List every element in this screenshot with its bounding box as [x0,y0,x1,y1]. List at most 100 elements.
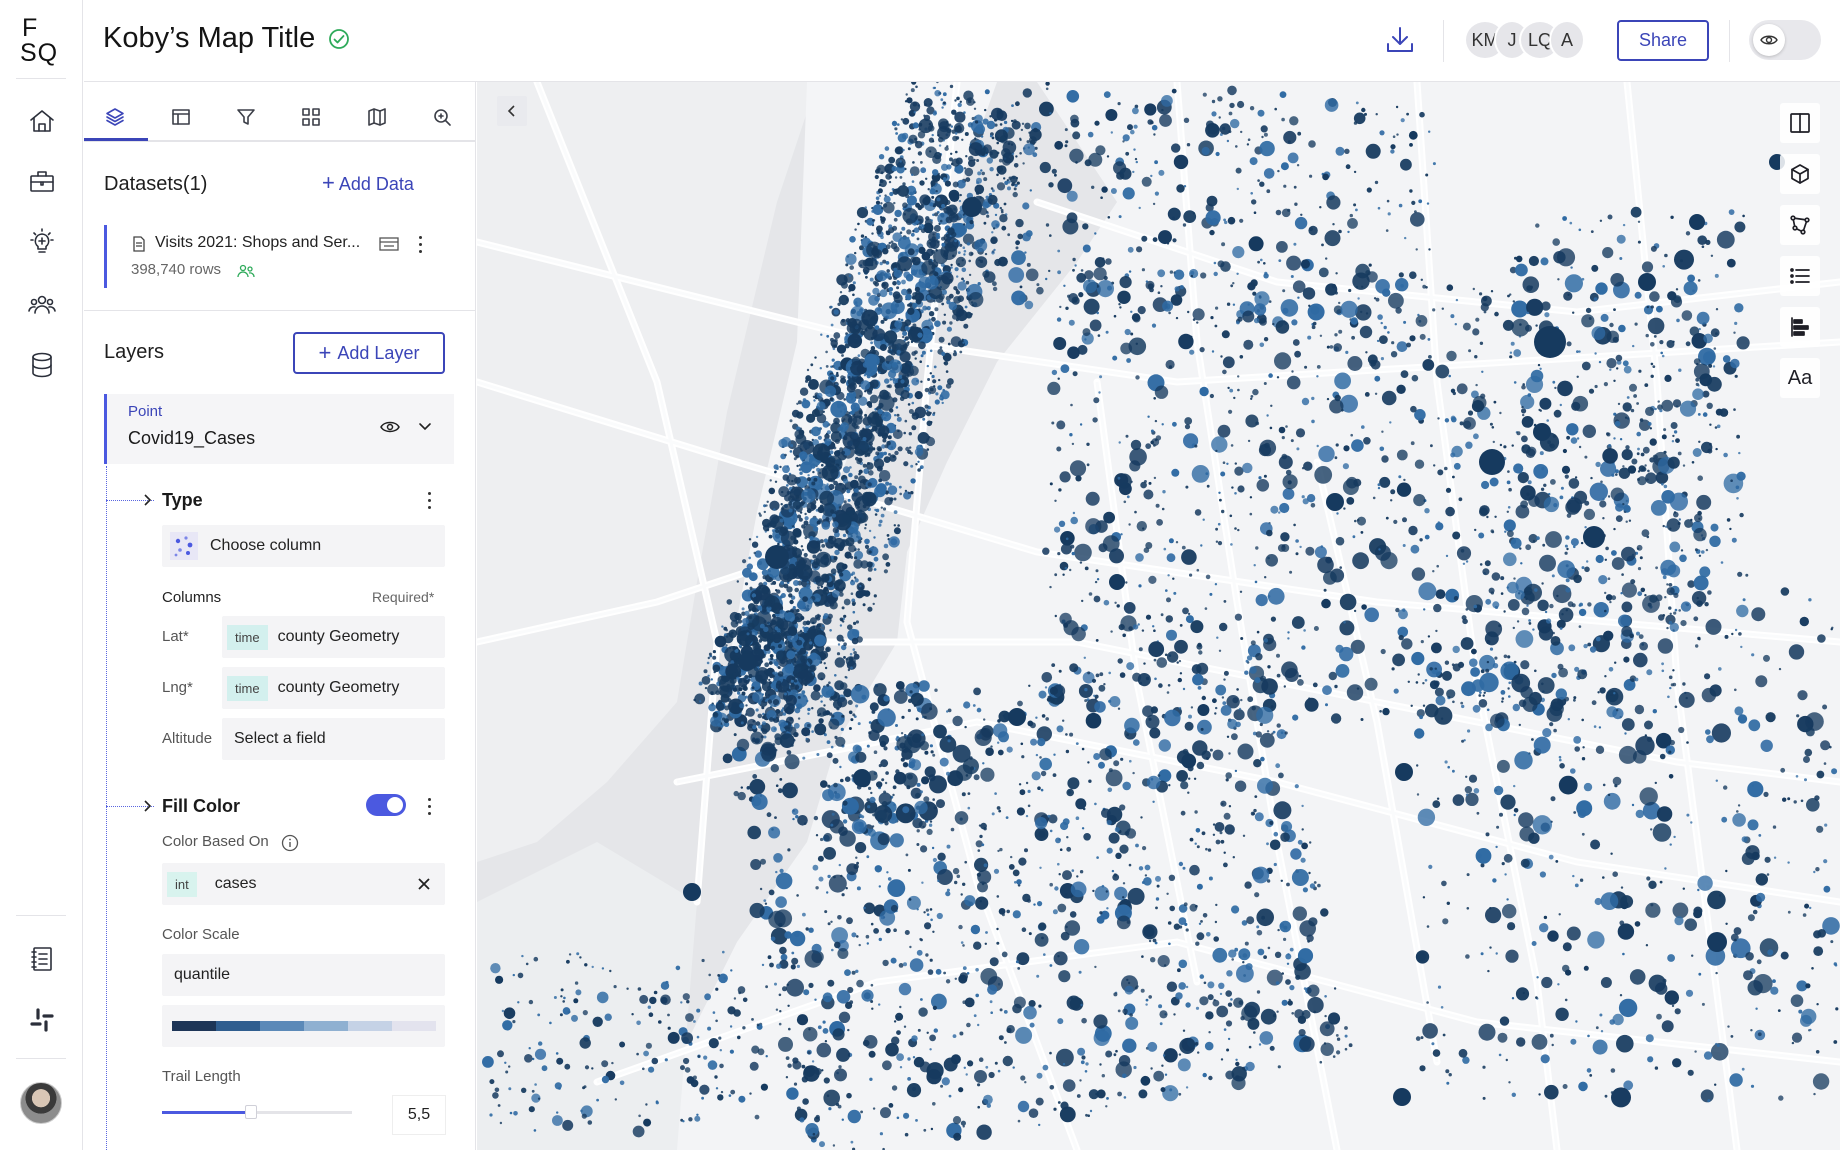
case-point [1094,802,1097,806]
map-title[interactable]: Koby’s Map Title [103,22,315,55]
case-point [1266,414,1269,417]
case-point [1414,459,1425,469]
trail-length-value[interactable]: 5,5 [392,1095,446,1135]
tab-layers[interactable] [100,102,130,132]
chevron-right-icon[interactable] [142,799,154,813]
tab-table[interactable] [166,102,196,132]
case-point [1285,469,1292,476]
fill-color-more-icon[interactable] [423,796,437,818]
trail-length-handle[interactable] [245,1105,258,1119]
docs-icon[interactable] [20,937,64,981]
case-point [1263,273,1269,279]
case-point [997,170,1001,174]
tab-basemap[interactable] [362,102,392,132]
case-point [945,370,949,373]
type-title[interactable]: Type [162,490,203,511]
lat-field[interactable]: time county Geometry [222,616,445,658]
type-more-icon[interactable] [423,490,437,512]
case-point [1206,195,1218,207]
case-point [1072,371,1078,377]
chevron-down-icon[interactable] [417,420,433,434]
case-point [1669,541,1681,553]
case-point [1418,199,1423,204]
chevron-right-icon[interactable] [142,493,154,507]
case-point [1400,158,1412,171]
case-point [1220,471,1226,477]
add-layer-button[interactable]: + Add Layer [293,332,445,374]
tab-search[interactable] [427,102,457,132]
case-point [1624,416,1628,419]
trail-length-slider[interactable] [162,1105,352,1119]
case-point [896,349,901,355]
color-scale-select[interactable]: quantile [162,954,445,996]
case-point [830,568,837,575]
case-point [1141,629,1145,632]
lightbulb-icon[interactable] [20,220,64,264]
case-point [1323,571,1337,585]
case-point [1610,487,1625,502]
case-point [866,292,871,297]
lng-field[interactable]: time county Geometry [222,667,445,709]
case-point [852,648,856,651]
case-point [1511,300,1529,318]
case-point [1662,524,1665,528]
dataset-table-icon[interactable] [379,236,399,252]
case-point [807,712,810,715]
dataset-more-icon[interactable] [414,234,428,256]
case-point [828,681,831,684]
case-point [787,1004,790,1007]
case-point [1112,355,1118,361]
case-point [1627,465,1637,474]
database-icon[interactable] [20,343,64,387]
case-point [1527,393,1532,397]
case-point [1503,519,1516,532]
case-point [1330,713,1342,724]
dataset-card[interactable]: Visits 2021: Shops and Ser... 398,740 ro… [104,225,454,288]
share-button[interactable]: Share [1617,20,1709,61]
user-avatar[interactable] [20,1082,62,1124]
case-point [1085,518,1102,535]
case-point [851,318,862,329]
case-point [1051,421,1055,425]
case-point [1242,961,1245,964]
case-point [1595,461,1601,468]
home-icon[interactable] [20,99,64,143]
case-point [1062,1079,1076,1092]
fill-color-toggle[interactable] [366,794,406,816]
choose-column-field[interactable]: Choose column [162,525,445,567]
case-point [1001,913,1005,917]
layer-card[interactable]: Point Covid19_Cases [104,394,454,464]
case-point [812,554,817,559]
tab-filter[interactable] [231,102,261,132]
users-icon[interactable] [20,282,64,326]
briefcase-icon[interactable] [20,159,64,203]
case-point [913,111,916,114]
close-icon[interactable] [417,877,431,891]
case-point [1071,626,1086,642]
tab-interactions[interactable] [296,102,326,132]
case-point [887,485,898,496]
case-point [1662,575,1667,580]
case-point [1611,550,1617,556]
map-canvas[interactable]: Aa [477,82,1840,1150]
color-field-select[interactable]: int cases [162,863,445,905]
add-data-button[interactable]: + Add Data [322,172,414,195]
info-icon[interactable] [281,834,299,852]
case-point [1647,602,1652,607]
collaborator-avatar[interactable]: A [1549,20,1585,60]
case-point [1391,667,1395,671]
case-point [809,617,817,625]
case-point [1716,424,1721,429]
altitude-field[interactable]: Select a field [222,718,445,760]
download-icon[interactable] [1382,22,1418,58]
presentation-mode-toggle[interactable] [1749,20,1821,60]
case-point [1281,208,1291,218]
logo[interactable]: F SQ [20,16,58,66]
case-point [1275,209,1282,216]
case-point [996,182,1006,191]
slack-icon[interactable] [20,998,64,1042]
map-layer[interactable] [477,82,1840,1150]
fill-color-title[interactable]: Fill Color [162,796,240,817]
eye-icon[interactable] [379,418,401,436]
case-point [1598,726,1602,729]
